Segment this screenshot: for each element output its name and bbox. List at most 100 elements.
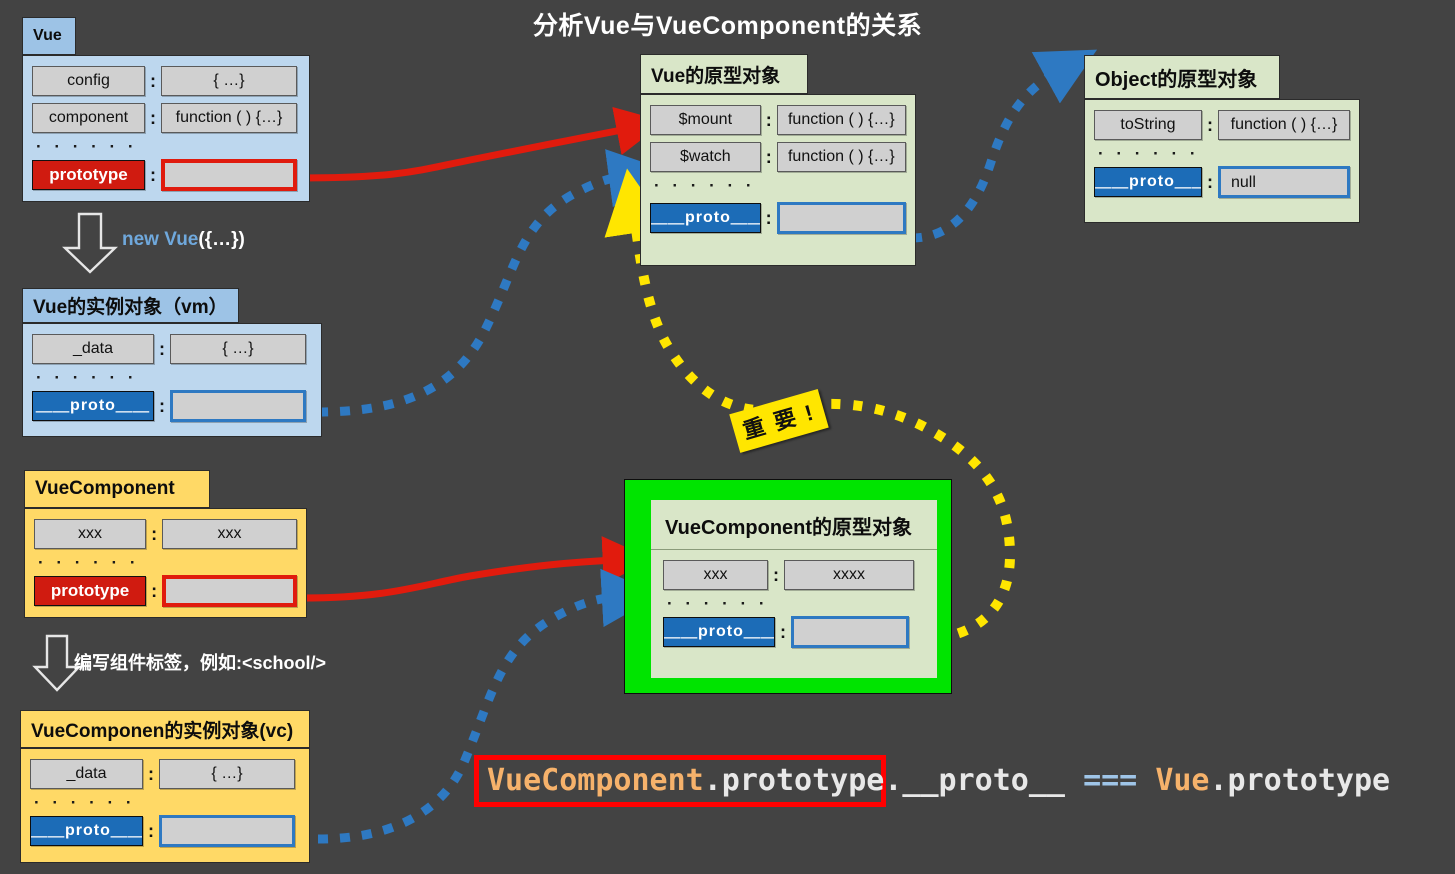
field-key: xxx [34, 519, 147, 549]
ellipsis: · · · · · · [36, 137, 138, 156]
table-row-prototype: prototype : [34, 575, 297, 607]
table-row: config : { …} [32, 66, 300, 96]
card-vue-prototype-title: Vue的原型对象 [640, 54, 808, 94]
field-value-proto [791, 616, 909, 648]
arrow-vm-proto-to-vue-proto-object [317, 149, 667, 417]
equation-part1: VueComponent [487, 763, 704, 798]
field-value-prototype [161, 159, 297, 191]
field-value-prototype [162, 575, 297, 607]
field-value-proto [170, 390, 306, 422]
field-key: toString [1094, 110, 1202, 140]
field-value: function ( ) {…} [776, 142, 906, 172]
arrow-vuecomponent-prototype-to-vc-proto-object [298, 536, 652, 602]
equation-operator: === [1083, 763, 1138, 798]
card-vuecomponent-prototype: VueComponent的原型对象 xxx : xxxx · · · · · ·… [624, 479, 952, 694]
card-vue-instance-title: Vue的实例对象（vm） [22, 288, 239, 323]
table-row-proto: ＿＿proto＿＿ : [30, 815, 300, 847]
colon: : [151, 580, 158, 601]
colon: : [150, 164, 156, 185]
field-key-prototype: prototype [32, 160, 145, 190]
colon: : [1207, 171, 1213, 192]
card-vuecomponent-prototype-panel: VueComponent的原型对象 xxx : xxxx · · · · · ·… [651, 500, 937, 678]
table-row: $watch : function ( ) {…} [650, 142, 906, 172]
ellipsis: · · · · · · [38, 553, 140, 572]
field-value: xxx [162, 519, 297, 549]
card-vc-instance-title: VueComponen的实例对象(vc) [20, 710, 310, 748]
colon: : [780, 621, 786, 642]
table-row: _data : { …} [30, 759, 300, 789]
table-row: _data : { …} [32, 334, 312, 364]
colon: : [1207, 114, 1213, 135]
important-badge: 重 要 ! [729, 389, 829, 453]
page-title: 分析Vue与VueComponent的关系 [532, 12, 923, 40]
field-key: _data [32, 334, 154, 364]
colon: : [773, 564, 779, 585]
colon: : [765, 207, 772, 228]
table-row-prototype: prototype : [32, 159, 300, 191]
field-key: $mount [650, 105, 761, 135]
equation: VueComponent.prototype.__proto__ === Vue… [487, 763, 1390, 798]
card-vuecomponent-title: VueComponent [24, 470, 210, 508]
ellipsis: · · · · · · [34, 793, 136, 812]
colon: : [148, 763, 154, 784]
field-value-proto [776, 202, 906, 234]
field-key-proto: ＿＿proto＿＿ [32, 391, 154, 421]
field-value: xxxx [784, 560, 914, 590]
card-vuecomponent-prototype-title: VueComponent的原型对象 [651, 500, 937, 550]
colon: : [148, 820, 154, 841]
table-row: xxx : xxx [34, 519, 297, 549]
table-row-proto: ＿＿proto＿＿ : [32, 390, 312, 422]
field-key-proto: ＿＿proto＿＿ [663, 617, 775, 647]
field-key: component [32, 103, 145, 133]
colon: : [765, 146, 772, 167]
card-vuecomponent: VueComponent xxx : xxx · · · · · · proto… [24, 470, 307, 618]
field-value: { …} [170, 334, 306, 364]
field-value: { …} [159, 759, 295, 789]
ellipsis: · · · · · · [1098, 144, 1200, 163]
field-value: function ( ) {…} [776, 105, 906, 135]
diagram-canvas: 分析Vue与VueComponent的关系 Vue config : { …} … [0, 0, 1455, 874]
colon: : [151, 523, 158, 544]
ellipsis: · · · · · · [667, 594, 769, 613]
card-object-prototype: Object的原型对象 toString : function ( ) {…} … [1084, 55, 1360, 223]
card-vue-prototype: Vue的原型对象 $mount : function ( ) {…} $watc… [640, 54, 916, 266]
card-vc-instance: VueComponen的实例对象(vc) _data : { …} · · · … [20, 710, 310, 863]
field-key: xxx [663, 560, 768, 590]
arrow-vueproto-proto-to-object-proto [911, 49, 1098, 243]
colon: : [765, 109, 772, 130]
table-row: $mount : function ( ) {…} [650, 105, 906, 135]
field-key: $watch [650, 142, 761, 172]
step-label-new-vue: new Vue({…}) [122, 229, 245, 251]
colon: : [150, 107, 156, 128]
equation-part5: .prototype [1209, 763, 1391, 798]
field-key: config [32, 66, 145, 96]
step-label-new-vue-suffix: ({…}) [198, 229, 245, 250]
flow-arrow-new-vue [62, 212, 118, 274]
table-row: toString : function ( ) {…} [1094, 110, 1350, 140]
field-value: { …} [161, 66, 297, 96]
table-row: component : function ( ) {…} [32, 103, 300, 133]
field-key-proto: ＿＿proto＿＿ [1094, 167, 1202, 197]
equation-part3: .__proto__ [884, 763, 1065, 798]
field-key-proto: ＿＿proto＿＿ [650, 203, 761, 233]
field-key: _data [30, 759, 143, 789]
table-row-proto: ＿＿proto＿＿ : [650, 202, 906, 234]
card-object-prototype-title: Object的原型对象 [1084, 55, 1280, 99]
field-key-prototype: prototype [34, 576, 147, 606]
ellipsis: · · · · · · [36, 368, 138, 387]
table-row-proto: ＿＿proto＿＿ : [663, 616, 925, 648]
ellipsis: · · · · · · [654, 176, 756, 195]
field-key-proto: ＿＿proto＿＿ [30, 816, 143, 846]
field-value-proto [159, 815, 295, 847]
step-label-new-vue-prefix: new Vue [122, 229, 199, 250]
step-label-write-tag: 编写组件标签，例如:<school/> [74, 653, 327, 673]
equation-part4: Vue [1155, 763, 1210, 798]
table-row: xxx : xxxx [663, 560, 925, 590]
field-value-proto: null [1218, 166, 1350, 198]
table-row-proto: ＿＿proto＿＿ : null [1094, 166, 1350, 198]
equation-part2: .prototype [703, 763, 885, 798]
arrow-vue-prototype-to-vue-proto-object [296, 106, 665, 182]
colon: : [159, 395, 165, 416]
card-vue: Vue config : { …} component : function (… [22, 17, 310, 202]
card-vue-instance: Vue的实例对象（vm） _data : { …} · · · · · · ＿＿… [22, 288, 322, 437]
